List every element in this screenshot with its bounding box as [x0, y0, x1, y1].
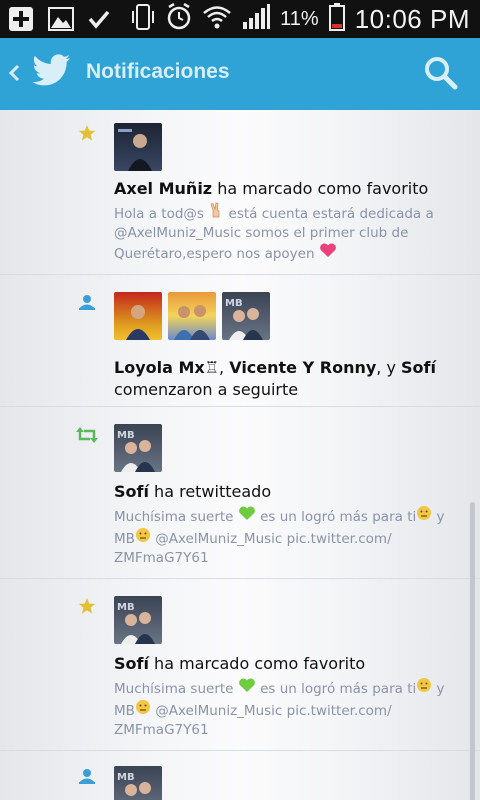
notification-headline: Sofí ha marcado como favorito — [114, 653, 459, 675]
scrollbar[interactable] — [470, 502, 475, 800]
smiley-icon — [135, 699, 151, 721]
list-item[interactable]: MB Loyola Mx♖, Vicente Y Ronny, y Sofí co… — [0, 275, 480, 407]
svg-text:MB: MB — [117, 772, 135, 783]
person-icon — [78, 767, 96, 789]
tweet-text: @AxelMuniz_Music pic.twitter.com/ ZMFmaG… — [114, 703, 392, 738]
notification-headline: Axel Muñiz ha marcado como favorito — [114, 178, 459, 200]
retweet-icon — [76, 427, 98, 447]
tweet-snippet[interactable]: Muchísima suerte es un logró más para ti… — [114, 505, 464, 568]
tweet-text: Hola a tod@s — [114, 206, 209, 222]
battery-icon — [328, 3, 345, 35]
vibrate-icon — [130, 3, 156, 35]
victory-hand-icon — [208, 202, 224, 224]
actor-name[interactable]: Vicente Y Ronny — [229, 358, 376, 377]
search-icon[interactable] — [424, 56, 458, 94]
svg-text:MB: MB — [117, 430, 135, 441]
signal-icon — [242, 4, 271, 34]
app-bar: Notificaciones — [0, 38, 480, 110]
actor-name[interactable]: Sofí — [401, 358, 436, 377]
smiley-icon — [135, 527, 151, 549]
smiley-icon — [416, 677, 432, 699]
tweet-text: es un logró más para ti — [255, 681, 417, 697]
avatar[interactable]: MB — [114, 596, 162, 644]
chevron-left-icon[interactable] — [6, 58, 22, 92]
clock: 10:06 PM — [354, 3, 470, 34]
notification-headline: Sofí ha retwitteado — [114, 481, 459, 503]
avatar[interactable] — [114, 123, 162, 171]
avatar[interactable] — [114, 292, 162, 340]
avatar[interactable]: MB — [222, 292, 270, 340]
star-icon — [78, 597, 96, 619]
tweet-text: @AxelMuniz_Music pic.twitter.com/ ZMFmaG… — [114, 531, 392, 566]
heart-icon — [319, 243, 337, 264]
actor-name[interactable]: Sofí — [114, 654, 149, 673]
add-notification-icon — [8, 6, 34, 36]
tweet-snippet[interactable]: Hola a tod@s está cuenta estará dedicada… — [114, 202, 464, 264]
green-heart-icon — [238, 678, 256, 699]
actor-name[interactable]: Axel Muñiz — [114, 179, 212, 198]
notification-headline: Loyola Mx♖, Vicente Y Ronny, y Sofí comen… — [114, 357, 459, 401]
notification-list[interactable]: Axel Muñiz ha marcado como favorito Hola… — [0, 110, 480, 800]
wifi-icon — [202, 5, 232, 33]
notification-action: comenzaron a seguirte — [114, 380, 299, 399]
twitter-bird-icon[interactable] — [32, 54, 72, 92]
tweet-text: Muchísima suerte — [114, 509, 238, 525]
green-heart-icon — [238, 506, 256, 527]
alarm-icon — [166, 2, 192, 35]
svg-text:MB: MB — [117, 602, 135, 613]
status-bar: 11% 10:06 PM — [0, 0, 480, 38]
notification-action: ha retwitteado — [148, 482, 272, 501]
separator-text: , y — [376, 358, 402, 377]
star-icon — [78, 124, 96, 146]
battery-percent: 11% — [280, 7, 319, 30]
page-title: Notificaciones — [86, 60, 230, 83]
list-item[interactable]: MB Sofí ha retwitteado Muchísima suerte … — [0, 407, 480, 579]
notification-action: ha marcado como favorito — [212, 179, 429, 198]
smiley-icon — [416, 505, 432, 527]
separator-text: , — [219, 358, 230, 377]
list-item[interactable]: MB Sofí ha marcado como favorito Muchísi… — [0, 579, 480, 751]
person-icon — [78, 293, 96, 315]
tweet-text: Muchísima suerte — [114, 681, 238, 697]
avatar[interactable]: MB — [114, 424, 162, 472]
notification-action: ha marcado como favorito — [148, 654, 366, 673]
actor-name[interactable]: Loyola Mx♖ — [114, 358, 219, 377]
actor-name[interactable]: Sofí — [114, 482, 149, 501]
tweet-text: es un logró más para ti — [255, 509, 417, 525]
avatar[interactable]: MB — [114, 766, 162, 800]
tweet-snippet[interactable]: Muchísima suerte es un logró más para ti… — [114, 677, 464, 740]
avatar[interactable] — [168, 292, 216, 340]
svg-text:MB: MB — [225, 298, 243, 309]
check-notification-icon — [88, 9, 110, 33]
list-item[interactable]: Axel Muñiz ha marcado como favorito Hola… — [0, 110, 480, 275]
list-item[interactable]: MB — [0, 751, 480, 800]
image-notification-icon — [48, 7, 74, 35]
